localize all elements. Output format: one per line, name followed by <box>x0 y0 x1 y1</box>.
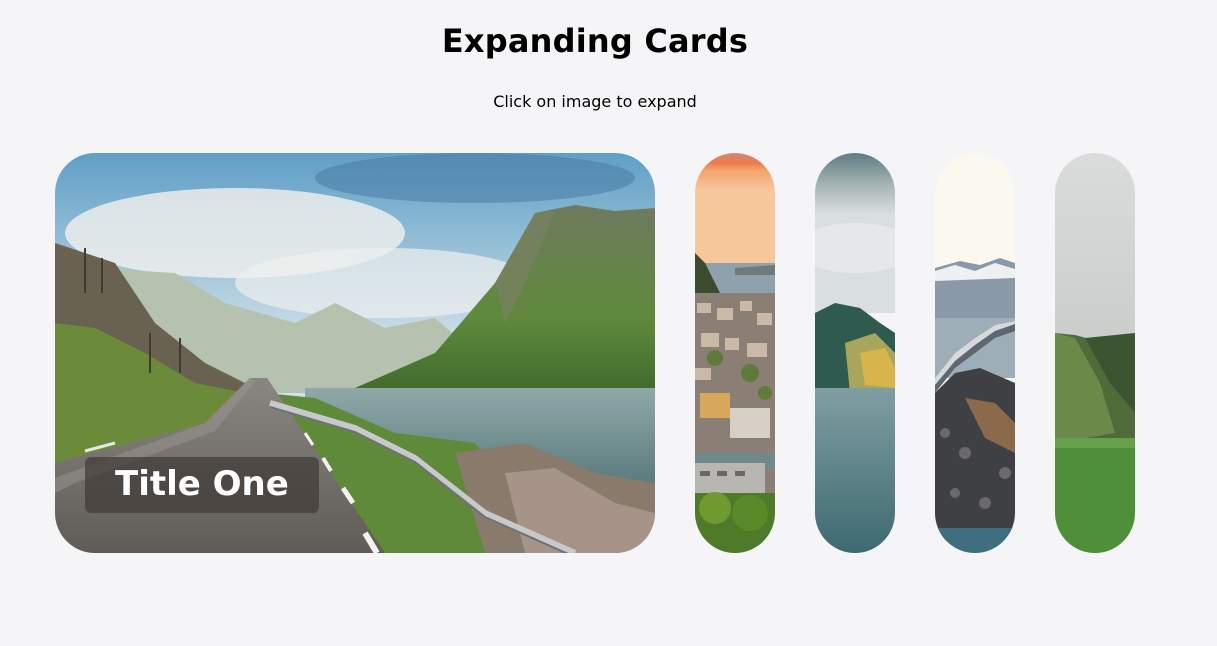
page: Expanding Cards Click on image to expand <box>0 0 1217 646</box>
card-title: Title One <box>85 457 319 513</box>
card-5[interactable] <box>1055 153 1135 553</box>
card-4[interactable] <box>935 153 1015 553</box>
page-title: Expanding Cards <box>441 22 749 60</box>
card-3[interactable] <box>815 153 895 553</box>
card-2[interactable] <box>695 153 775 553</box>
card-3-image <box>815 153 895 553</box>
card-5-image <box>1055 153 1135 553</box>
page-subtitle: Click on image to expand <box>493 92 697 111</box>
card-2-image <box>695 153 775 553</box>
cards-container: Title One <box>55 153 1135 553</box>
card-1[interactable]: Title One <box>55 153 655 553</box>
card-4-image <box>935 153 1015 553</box>
